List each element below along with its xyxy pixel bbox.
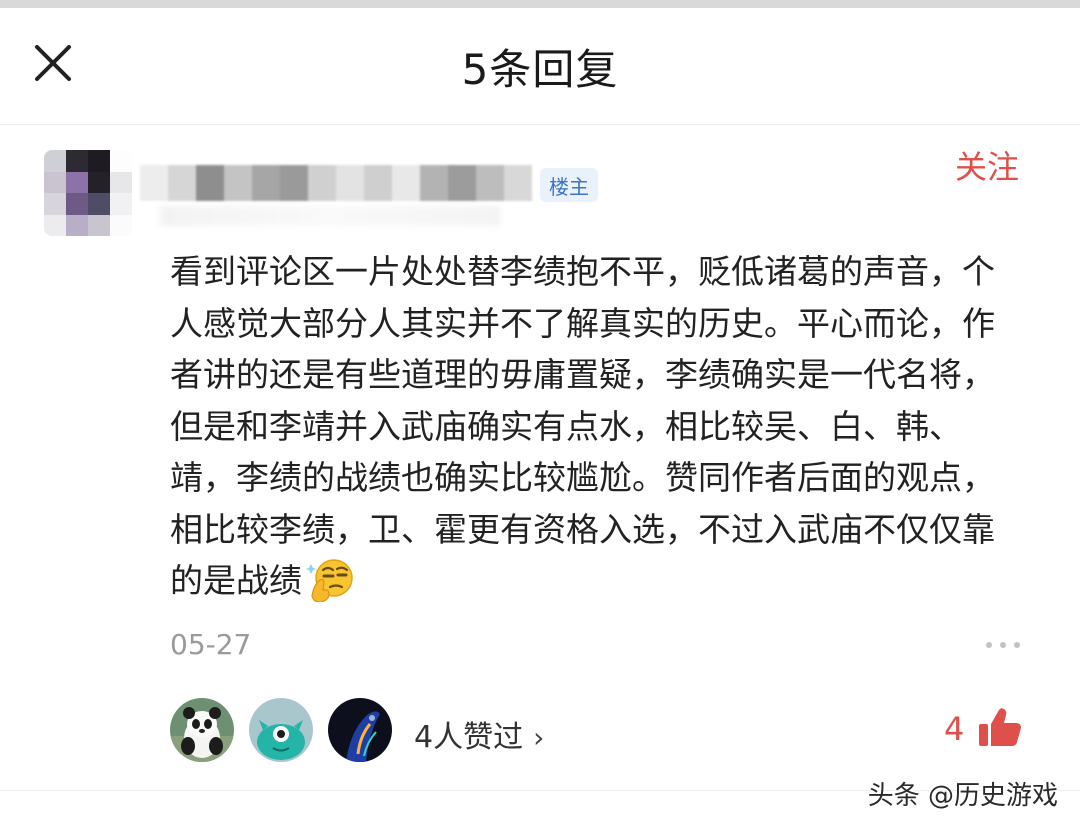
- more-options-icon[interactable]: [983, 630, 1023, 660]
- comment-date: 05-27: [170, 628, 252, 661]
- thinking-face-icon: [306, 559, 353, 602]
- op-badge: 楼主: [540, 168, 598, 202]
- like-count: 4: [944, 710, 965, 748]
- page-title: 5条回复: [461, 44, 619, 94]
- liker-avatar-2[interactable]: [249, 698, 313, 762]
- thumbs-up-icon[interactable]: [978, 708, 1022, 748]
- likes-summary-link[interactable]: 4人赞过 ›: [414, 712, 544, 756]
- comment-body: 看到评论区一片处处替李绩抱不平，贬低诸葛的声音，个人感觉大部分人其实并不了解真实…: [170, 246, 1020, 607]
- liker-avatar-3[interactable]: [328, 698, 392, 762]
- liker-avatar-1[interactable]: [170, 698, 234, 762]
- comment-text: 看到评论区一片处处替李绩抱不平，贬低诸葛的声音，个人感觉大部分人其实并不了解真实…: [170, 252, 995, 600]
- author-meta-censored: [160, 206, 500, 226]
- follow-button[interactable]: 关注: [955, 142, 1019, 188]
- chevron-right-icon: ›: [533, 721, 545, 754]
- close-icon[interactable]: [28, 38, 78, 88]
- author-avatar[interactable]: [44, 150, 132, 236]
- watermark: 头条 @历史游戏: [867, 781, 1058, 811]
- header: 5条回复: [0, 8, 1080, 125]
- status-bar-edge: [0, 0, 1080, 8]
- likes-summary-label: 4人赞过: [414, 720, 524, 755]
- author-name-censored: [140, 165, 532, 201]
